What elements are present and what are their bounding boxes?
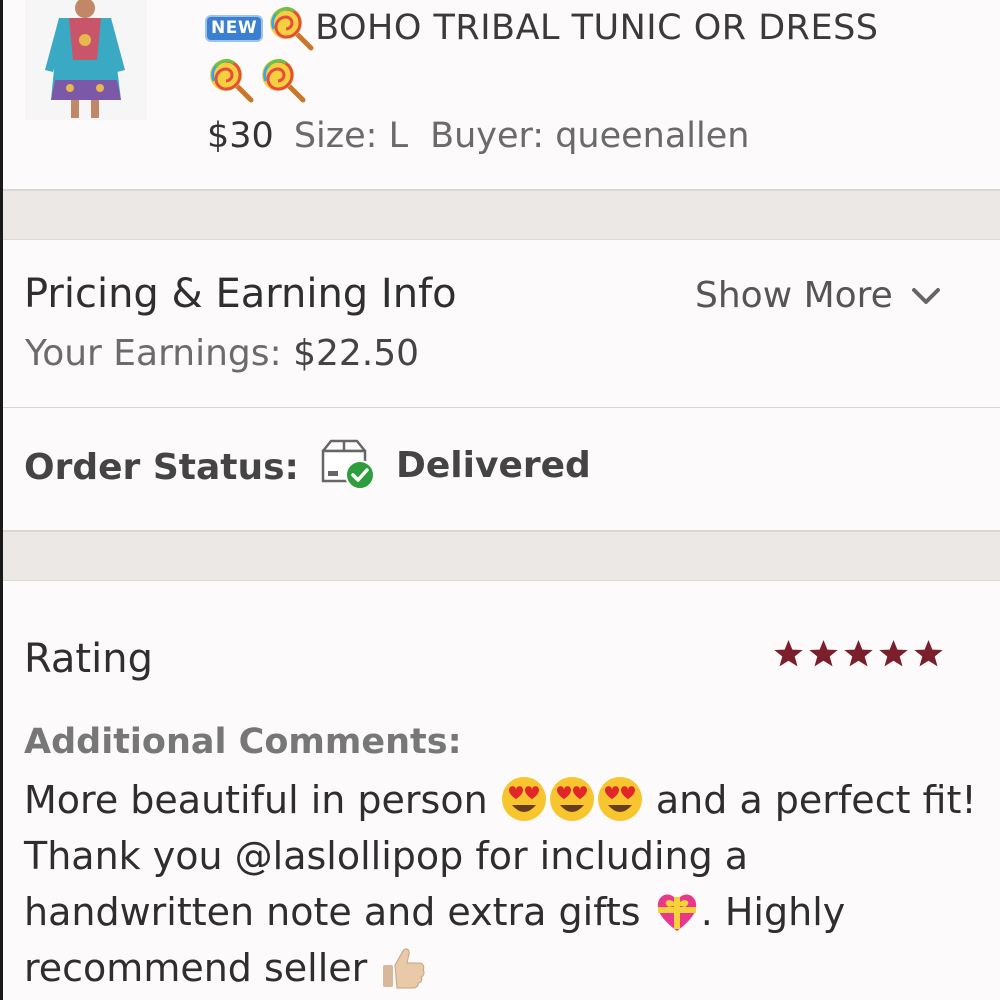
lollipop-icon: [210, 59, 254, 103]
lollipop-icon: [270, 7, 314, 51]
earnings-value: $22.50: [293, 333, 420, 374]
star-rating: [773, 638, 944, 669]
star-icon: [844, 639, 873, 667]
lollipop-icon: [262, 59, 306, 103]
comments-label: Additional Comments:: [24, 722, 462, 762]
comment-text: More beautiful in person and a perfect f…: [24, 772, 984, 996]
listing-price: $30: [207, 116, 274, 156]
heart-eyes-emoji: [597, 777, 642, 821]
section-divider: [3, 531, 1000, 581]
heart-eyes-emoji: [501, 777, 546, 821]
star-icon: [809, 639, 838, 667]
rating-section: Rating Additional Comments: More beautif…: [3, 582, 1000, 1000]
listing-title: BOHO TRIBAL TUNIC OR DRESS: [315, 8, 879, 48]
title-emoji-row: [207, 56, 307, 104]
order-status-section: Order Status: Delivered: [3, 409, 1000, 531]
section-divider: [3, 190, 1000, 240]
show-more-label: Show More: [695, 275, 893, 316]
heart-eyes-emoji: [549, 777, 594, 821]
star-icon: [879, 639, 908, 667]
new-badge: NEW: [205, 14, 264, 42]
pricing-section: Pricing & Earning Info Show More Your Ea…: [3, 241, 1000, 408]
delivered-box-icon: [321, 439, 375, 490]
pricing-title: Pricing & Earning Info: [24, 271, 457, 317]
show-more-button[interactable]: Show More: [695, 275, 941, 316]
rating-title: Rating: [24, 636, 153, 682]
chevron-down-icon: [911, 287, 940, 304]
listing-summary[interactable]: NEW BOHO TRIBAL TUNIC OR DRESS $30 Size: …: [3, 0, 1000, 190]
star-icon: [914, 639, 943, 667]
earnings-label: Your Earnings:: [25, 333, 282, 374]
thumbs-up-emoji: [383, 948, 425, 989]
order-status-label: Order Status:: [24, 447, 299, 488]
listing-meta: $30 Size: L Buyer: queenallen: [207, 116, 749, 156]
listing-buyer: Buyer: queenallen: [430, 116, 750, 156]
listing-title-line[interactable]: NEW BOHO TRIBAL TUNIC OR DRESS: [205, 0, 879, 56]
product-thumbnail[interactable]: [25, 0, 147, 120]
order-status-value: Delivered: [396, 445, 591, 486]
comment-part-1: More beautiful in person: [24, 778, 488, 822]
listing-size: Size: L: [293, 116, 409, 156]
gift-heart-emoji: [657, 894, 696, 931]
earnings-line: Your Earnings: $22.50: [25, 333, 419, 374]
star-icon: [774, 639, 803, 667]
